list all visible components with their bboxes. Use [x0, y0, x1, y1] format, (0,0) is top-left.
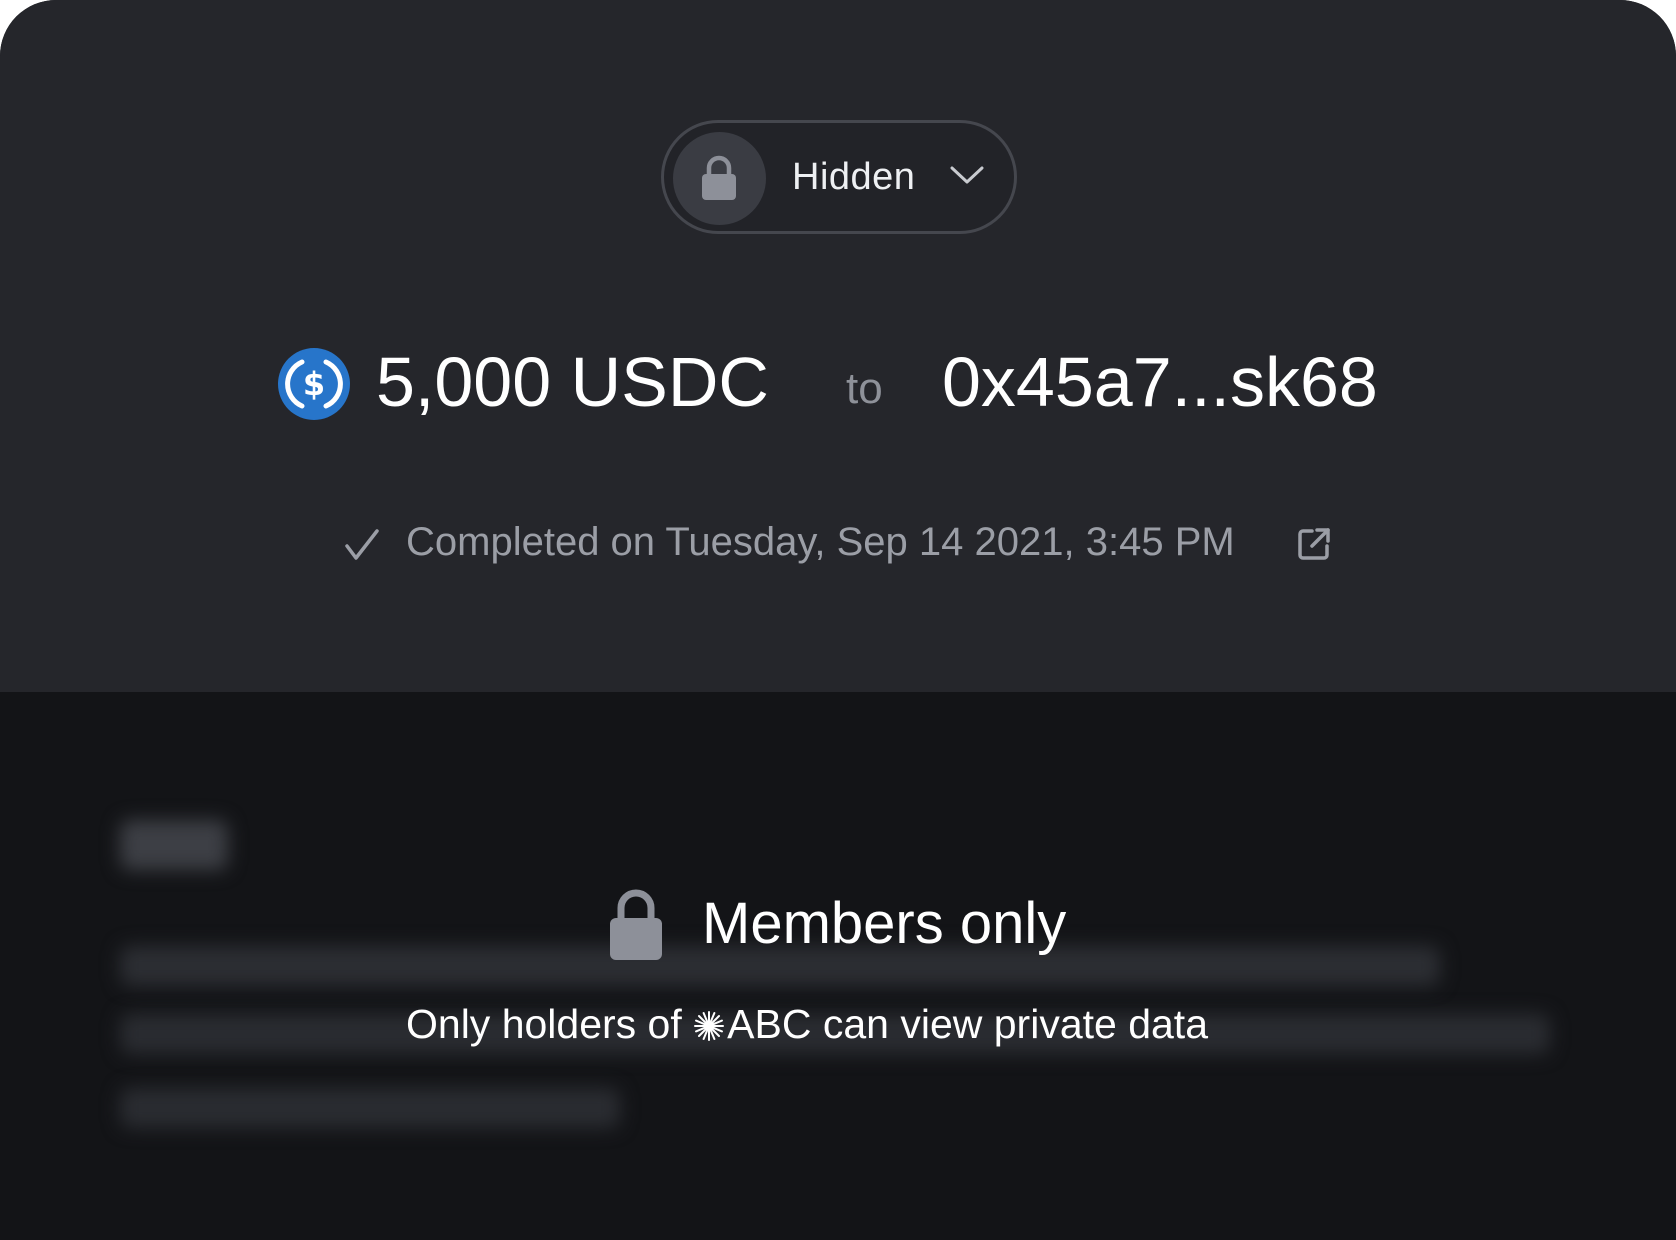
sunburst-icon	[694, 1011, 725, 1041]
usdc-icon: $	[278, 348, 350, 420]
check-icon	[345, 529, 379, 560]
members-only-title: Members only	[702, 891, 1067, 956]
transaction-card: Hidden $ 5,000 USDC to 0x45a7...sk68 Com…	[0, 0, 1676, 1240]
visibility-dropdown[interactable]: Hidden	[661, 120, 1017, 234]
recipient-address[interactable]: 0x45a7...sk68	[942, 342, 1378, 422]
to-label: to	[846, 364, 883, 413]
visibility-lock-badge	[673, 132, 766, 225]
blurred-note-line	[120, 1088, 620, 1128]
svg-text:$: $	[303, 365, 325, 403]
external-link-icon[interactable]	[1296, 526, 1332, 562]
completion-status: Completed on Tuesday, Sep 14 2021, 3:45 …	[406, 520, 1235, 564]
transaction-summary-panel: Hidden $ 5,000 USDC to 0x45a7...sk68 Com…	[0, 0, 1676, 692]
subtitle-prefix: Only holders of	[406, 1001, 694, 1047]
visibility-label: Hidden	[792, 156, 916, 198]
blurred-note-title	[120, 820, 228, 870]
members-only-subtitle: Only holders of ABC can view private dat…	[406, 998, 1208, 1050]
chevron-down-icon	[950, 166, 984, 184]
lock-icon	[610, 889, 662, 960]
transfer-amount: 5,000 USDC	[376, 343, 769, 421]
token-symbol: ABC	[727, 1001, 812, 1047]
subtitle-suffix: can view private data	[811, 1001, 1208, 1047]
lock-icon	[702, 155, 736, 200]
